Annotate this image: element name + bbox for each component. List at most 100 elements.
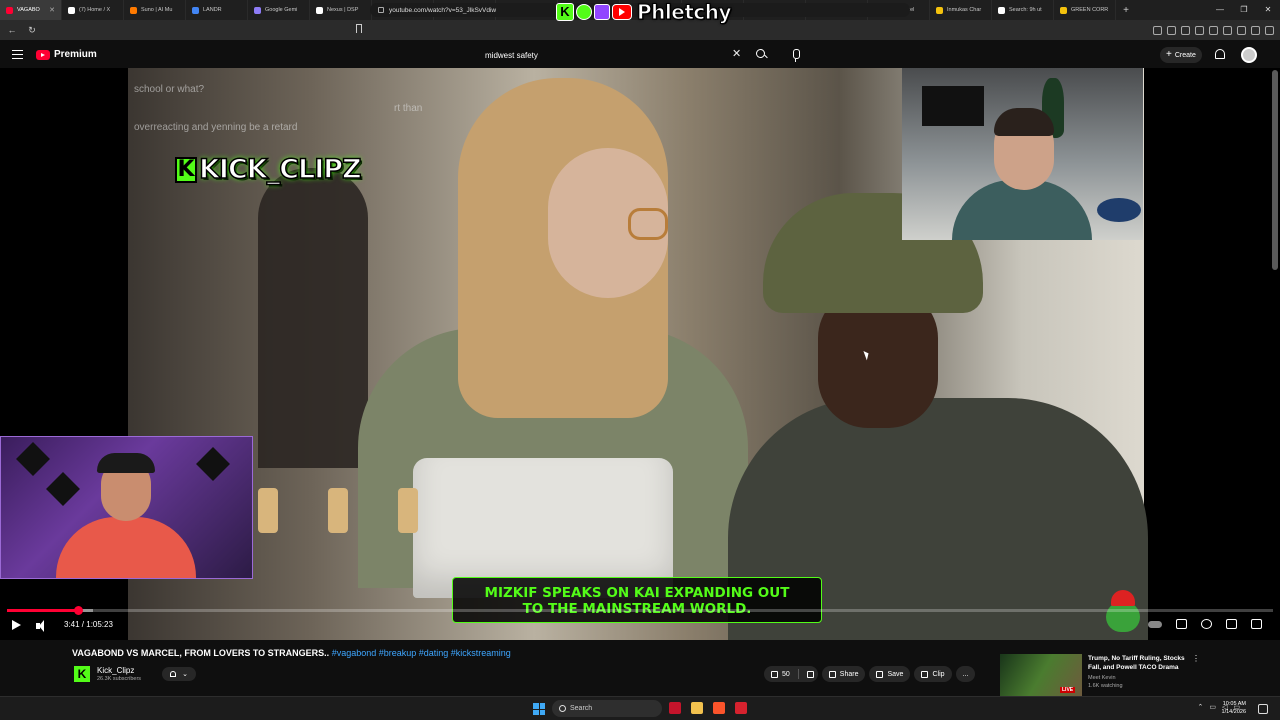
search-input[interactable]: midwest safety bbox=[476, 45, 748, 65]
extension-icon[interactable] bbox=[1237, 25, 1246, 35]
windows-start-icon[interactable] bbox=[533, 703, 545, 715]
play-circle-icon bbox=[576, 3, 592, 20]
taskbar-search[interactable]: Search bbox=[552, 700, 662, 717]
page-scrollbar[interactable] bbox=[1272, 70, 1278, 270]
extension-icon[interactable] bbox=[1251, 25, 1260, 35]
notification-center-icon[interactable] bbox=[1258, 704, 1268, 714]
play-icon[interactable] bbox=[12, 620, 21, 630]
kebab-menu-icon[interactable]: ⋮ bbox=[1192, 654, 1200, 663]
extension-icon[interactable] bbox=[1181, 25, 1190, 35]
extension-icon[interactable] bbox=[1167, 25, 1176, 35]
youtube-logo-label: Premium bbox=[54, 49, 97, 60]
menu-icon[interactable] bbox=[12, 50, 23, 59]
recommended-video[interactable]: LIVE Trump, No Tariff Ruling, Stocks Fal… bbox=[1000, 654, 1275, 696]
browser-tab[interactable]: VAGABO ✕ bbox=[0, 0, 62, 20]
video-player[interactable]: school or what? rt than overreacting and… bbox=[0, 68, 1280, 640]
acoustic-panel bbox=[196, 447, 230, 481]
progress-scrubber[interactable] bbox=[74, 606, 84, 615]
search-icon[interactable] bbox=[752, 46, 770, 64]
taskbar-app-icon[interactable] bbox=[669, 702, 681, 714]
reload-icon[interactable]: ↻ bbox=[24, 25, 40, 36]
scissors-icon bbox=[921, 670, 929, 678]
browser-tab[interactable]: (7) Home / X bbox=[62, 0, 124, 20]
taskbar-app-icon[interactable] bbox=[735, 702, 747, 714]
browser-tab[interactable]: Nexus | DSP bbox=[310, 0, 372, 20]
thumbs-down-icon[interactable] bbox=[806, 670, 814, 678]
volume-icon[interactable] bbox=[36, 620, 49, 632]
progress-bar[interactable] bbox=[7, 606, 1273, 615]
channel-name[interactable]: Kick_Clipz bbox=[97, 666, 134, 675]
webcam-person-hair bbox=[994, 108, 1054, 136]
video-thread-spool bbox=[328, 488, 348, 533]
back-icon[interactable]: ← bbox=[4, 25, 20, 35]
kick-icon: K bbox=[556, 2, 574, 21]
clear-search-icon[interactable]: ✕ bbox=[732, 48, 741, 60]
extension-icon[interactable] bbox=[1223, 25, 1232, 35]
video-title-text: VAGABOND VS MARCEL, FROM LOVERS TO STRAN… bbox=[72, 648, 332, 658]
account-avatar[interactable] bbox=[1241, 47, 1257, 63]
save-button[interactable]: Save bbox=[869, 666, 911, 682]
clip-button[interactable]: Clip bbox=[914, 666, 952, 682]
browser-tab[interactable]: Suno | AI Mu bbox=[124, 0, 186, 20]
more-actions-button[interactable]: ... bbox=[955, 666, 976, 682]
new-tab-button[interactable]: + bbox=[1116, 5, 1136, 16]
microphone-icon[interactable] bbox=[787, 46, 805, 64]
recommended-channel[interactable]: Meet Kevin bbox=[1088, 675, 1116, 681]
subscribed-notification-button[interactable]: ⌄ bbox=[162, 667, 196, 681]
browser-tab[interactable]: Inmukas Char bbox=[930, 0, 992, 20]
subtitles-icon[interactable] bbox=[1176, 619, 1187, 629]
chevron-up-icon[interactable]: ⌃ bbox=[1197, 703, 1203, 711]
site-info-icon[interactable] bbox=[378, 7, 384, 13]
close-tab-icon[interactable]: ✕ bbox=[49, 6, 55, 14]
create-label: Create bbox=[1174, 51, 1196, 59]
extension-icon[interactable] bbox=[1195, 25, 1204, 35]
browser-tab[interactable]: LANDR bbox=[186, 0, 248, 20]
extension-icon[interactable] bbox=[1209, 25, 1218, 35]
caption-line-1: MIZKIF SPEAKS ON KAI EXPANDING OUT bbox=[484, 585, 790, 601]
bell-icon bbox=[170, 671, 177, 677]
fullscreen-icon[interactable] bbox=[1251, 619, 1262, 629]
recommended-thumbnail[interactable]: LIVE bbox=[1000, 654, 1082, 696]
kick-clipz-watermark: K KICK_CLIPZ bbox=[175, 153, 362, 186]
browser-menu-icon[interactable] bbox=[1265, 25, 1274, 35]
plus-icon: + bbox=[1166, 49, 1172, 60]
clock-time: 10:05 AM bbox=[1222, 701, 1246, 707]
extension-icon[interactable] bbox=[1153, 25, 1162, 35]
browser-tab[interactable]: Google Gemi bbox=[248, 0, 310, 20]
network-icon[interactable]: ▭ bbox=[1209, 703, 1216, 711]
video-hashtags[interactable]: #vagabond #breakup #dating #kickstreamin… bbox=[332, 648, 511, 658]
tab-label: Nexus | DSP bbox=[327, 7, 359, 13]
theater-mode-icon[interactable] bbox=[1226, 619, 1237, 629]
youtube-logo[interactable]: Premium bbox=[36, 49, 97, 60]
close-window-button[interactable]: ✕ bbox=[1256, 0, 1280, 20]
browser-tab[interactable]: GREEN CORR bbox=[1054, 0, 1116, 20]
tab-label: Google Gemi bbox=[265, 7, 298, 13]
maximize-button[interactable]: ❐ bbox=[1232, 0, 1256, 20]
settings-gear-icon[interactable] bbox=[1201, 619, 1212, 629]
share-button[interactable]: Share bbox=[821, 666, 866, 682]
divider bbox=[797, 669, 799, 679]
webcam-tv bbox=[922, 86, 984, 126]
browser-tab[interactable]: Search: 9h ut bbox=[992, 0, 1054, 20]
create-button[interactable]: + Create bbox=[1160, 47, 1202, 63]
tab-favicon-icon bbox=[130, 6, 137, 14]
window-controls: — ❐ ✕ bbox=[1208, 0, 1280, 20]
streamer-webcam bbox=[0, 436, 253, 579]
file-explorer-icon[interactable] bbox=[691, 702, 703, 714]
autoplay-toggle[interactable] bbox=[1148, 620, 1162, 628]
clip-label: Clip bbox=[932, 670, 945, 678]
video-actions: 50 Share Save Clip ... bbox=[764, 666, 976, 682]
time-display: 3:41 / 1:05:23 bbox=[64, 620, 113, 629]
bookmark-icon[interactable] bbox=[356, 24, 362, 33]
notifications-bell-icon[interactable] bbox=[1215, 49, 1225, 59]
thumbs-up-icon[interactable] bbox=[771, 670, 778, 678]
taskbar-clock[interactable]: 10:05 AM 1/14/2026 bbox=[1222, 700, 1246, 716]
recommended-title[interactable]: Trump, No Tariff Ruling, Stocks Fall, an… bbox=[1088, 654, 1196, 672]
minimize-button[interactable]: — bbox=[1208, 0, 1232, 20]
recommended-watching: 1.6K watching bbox=[1088, 683, 1123, 689]
tab-label: LANDR bbox=[203, 7, 222, 13]
like-count[interactable]: 50 bbox=[782, 671, 790, 678]
brave-browser-icon[interactable] bbox=[713, 702, 725, 714]
stream-overlay-logo: K Phletchy bbox=[556, 0, 732, 24]
channel-avatar[interactable]: K bbox=[74, 666, 90, 682]
